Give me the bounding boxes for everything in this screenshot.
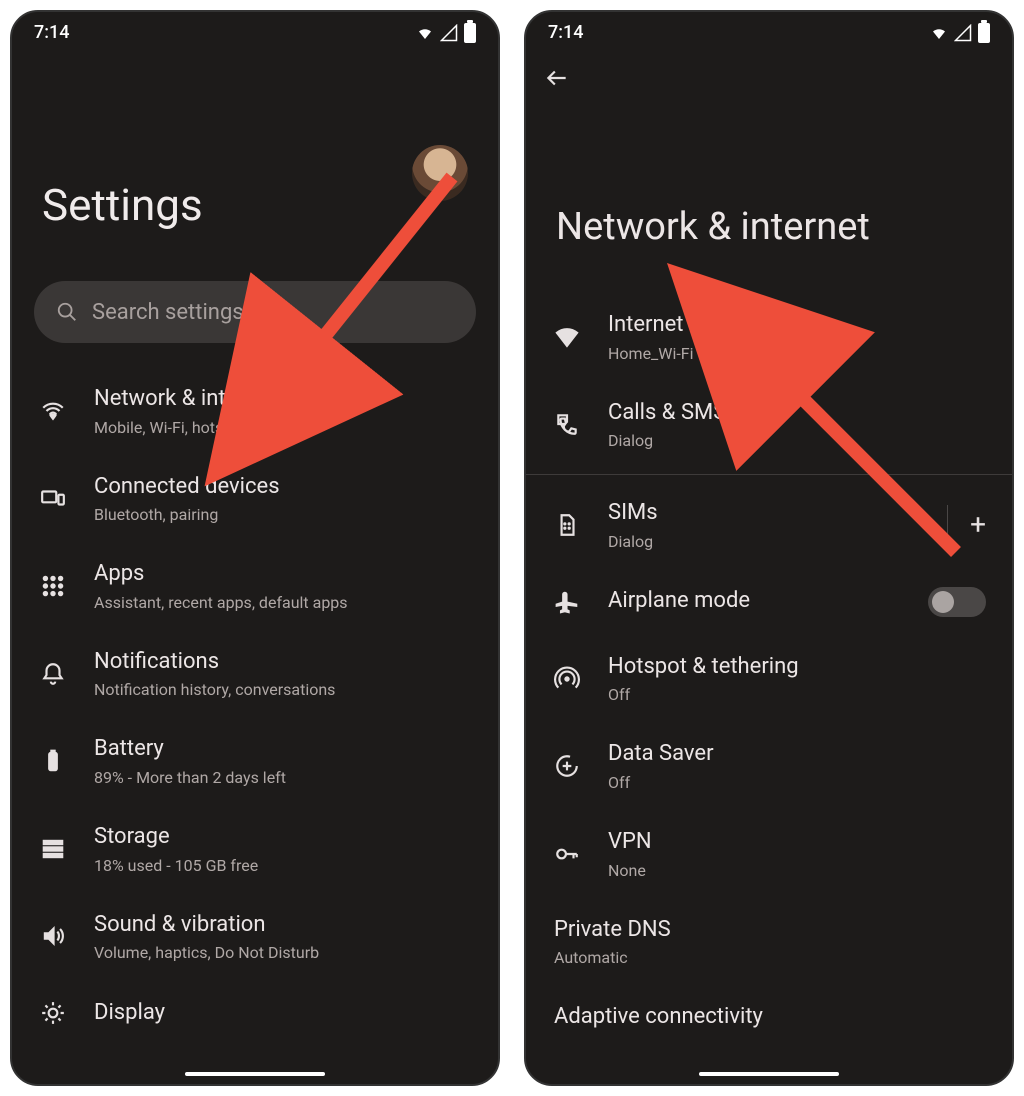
back-button[interactable] [526, 49, 1012, 95]
apps-icon [38, 571, 68, 601]
status-bar: 7:14 [526, 12, 1012, 49]
profile-avatar[interactable] [412, 145, 468, 201]
item-apps[interactable]: Apps Assistant, recent apps, default app… [12, 542, 498, 630]
wifi-full-icon [552, 322, 582, 352]
network-internet-screen: 7:14 Network & internet Internet Home_Wi… [524, 10, 1014, 1086]
network-list: Internet Home_Wi-Fi Calls & SMS Dialog S… [526, 279, 1012, 1064]
divider [526, 474, 1012, 475]
item-hotspot-tethering[interactable]: Hotspot & tethering Off [526, 635, 1012, 723]
signal-icon [954, 24, 972, 42]
item-title: Airplane mode [608, 587, 750, 616]
item-title: Notifications [94, 648, 335, 677]
item-internet[interactable]: Internet Home_Wi-Fi [526, 293, 1012, 381]
item-private-dns[interactable]: Private DNS Automatic [526, 898, 1012, 986]
item-sub: Bluetooth, pairing [94, 505, 280, 524]
item-title: SIMs [608, 499, 658, 528]
item-storage[interactable]: Storage 18% used - 105 GB free [12, 805, 498, 893]
item-title: Connected devices [94, 473, 280, 502]
storage-icon [38, 834, 68, 864]
item-title: Data Saver [608, 740, 714, 769]
item-sub: 18% used - 105 GB free [94, 856, 258, 875]
add-sim-button[interactable]: + [947, 505, 986, 545]
item-title: Internet [608, 311, 694, 340]
item-sub: None [608, 861, 652, 880]
item-sims[interactable]: SIMs Dialog + [526, 481, 1012, 569]
page-title: Network & internet [526, 95, 1012, 279]
data-saver-icon [552, 751, 582, 781]
item-sub: Dialog [608, 532, 658, 551]
item-title: Hotspot & tethering [608, 653, 799, 682]
sim-icon [552, 510, 582, 540]
item-sub: 89% - More than 2 days left [94, 768, 286, 787]
airplane-mode-toggle[interactable] [928, 587, 986, 617]
item-title: Sound & vibration [94, 911, 319, 940]
nav-indicator[interactable] [185, 1072, 325, 1076]
battery-icon [978, 23, 990, 43]
brightness-icon [38, 998, 68, 1028]
settings-list: Network & internet Mobile, Wi-Fi, hotspo… [12, 353, 498, 1060]
item-data-saver[interactable]: Data Saver Off [526, 722, 1012, 810]
search-settings-input[interactable]: Search settings [34, 281, 476, 343]
item-title: Calls & SMS [608, 399, 726, 428]
item-network-internet[interactable]: Network & internet Mobile, Wi-Fi, hotspo… [12, 367, 498, 455]
item-adaptive-connectivity[interactable]: Adaptive connectivity [526, 985, 1012, 1050]
nav-indicator[interactable] [699, 1072, 839, 1076]
item-vpn[interactable]: VPN None [526, 810, 1012, 898]
item-airplane-mode[interactable]: Airplane mode [526, 569, 1012, 635]
bell-icon [38, 659, 68, 689]
item-sound-vibration[interactable]: Sound & vibration Volume, haptics, Do No… [12, 893, 498, 981]
volume-icon [38, 921, 68, 951]
item-connected-devices[interactable]: Connected devices Bluetooth, pairing [12, 455, 498, 543]
page-title: Settings [42, 179, 468, 231]
key-icon [552, 839, 582, 869]
status-time: 7:14 [34, 22, 69, 43]
search-placeholder: Search settings [92, 300, 244, 325]
item-sub: Off [608, 773, 714, 792]
settings-screen: 7:14 Settings Search settings Network & … [10, 10, 500, 1086]
arrow-left-icon [544, 65, 570, 91]
item-title: Storage [94, 823, 258, 852]
battery-icon [464, 23, 476, 43]
search-icon [56, 301, 78, 323]
item-notifications[interactable]: Notifications Notification history, conv… [12, 630, 498, 718]
item-sub: Notification history, conversations [94, 680, 335, 699]
item-sub: Automatic [554, 948, 671, 967]
item-title: Private DNS [554, 916, 671, 945]
status-time: 7:14 [548, 22, 583, 43]
phone-sms-icon [552, 409, 582, 439]
settings-header: Settings [12, 49, 498, 251]
wifi-icon [38, 396, 68, 426]
item-sub: Home_Wi-Fi [608, 344, 694, 363]
item-title: Apps [94, 560, 348, 589]
status-icons [416, 23, 476, 43]
item-battery[interactable]: Battery 89% - More than 2 days left [12, 717, 498, 805]
item-title: Battery [94, 735, 286, 764]
devices-icon [38, 483, 68, 513]
status-bar: 7:14 [12, 12, 498, 49]
item-title: VPN [608, 828, 652, 857]
item-sub: Assistant, recent apps, default apps [94, 593, 348, 612]
item-sub: Mobile, Wi-Fi, hotspot [94, 418, 276, 437]
airplane-icon [552, 587, 582, 617]
item-sub: Off [608, 685, 799, 704]
wifi-icon [930, 24, 948, 42]
battery-icon [38, 746, 68, 776]
wifi-icon [416, 24, 434, 42]
hotspot-icon [552, 664, 582, 694]
item-title: Display [94, 999, 165, 1028]
item-calls-sms[interactable]: Calls & SMS Dialog [526, 381, 1012, 469]
item-title: Adaptive connectivity [554, 1003, 763, 1032]
item-sub: Volume, haptics, Do Not Disturb [94, 943, 319, 962]
item-sub: Dialog [608, 431, 726, 450]
item-display[interactable]: Display [12, 980, 498, 1046]
signal-icon [440, 24, 458, 42]
item-title: Network & internet [94, 385, 276, 414]
status-icons [930, 23, 990, 43]
